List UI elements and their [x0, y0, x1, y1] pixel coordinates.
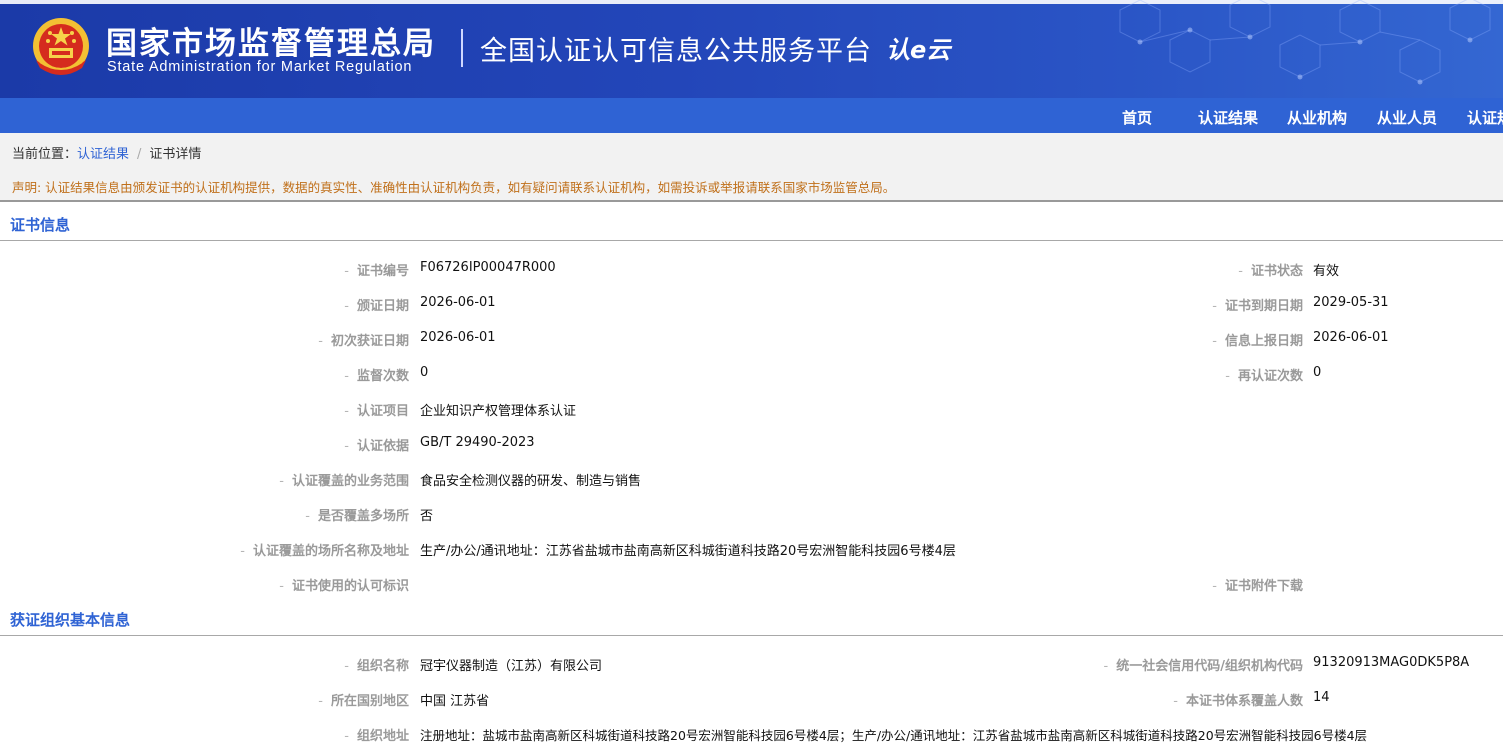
field-value: 0 — [420, 365, 429, 380]
agency-title-en: State Administration for Market Regulati… — [107, 59, 413, 75]
platform-logo: 认e云 — [886, 36, 951, 64]
field-label: 是否覆盖多场所 — [305, 505, 409, 524]
section-divider — [0, 240, 1503, 241]
field-value: 2026-06-01 — [420, 295, 496, 310]
breadcrumb: 当前位置：认证结果 / 证书详情 — [12, 143, 201, 162]
field-label: 认证依据 — [344, 435, 409, 454]
field-label: 认证覆盖的场所名称及地址 — [240, 540, 409, 559]
field-value: 14 — [1313, 690, 1330, 705]
nav-institutions[interactable]: 从业机构 — [1287, 107, 1347, 128]
top-nav: 首页 认证结果 从业机构 从业人员 认证规 — [0, 98, 1503, 133]
breadcrumb-current: 证书详情 — [149, 147, 202, 162]
section-divider — [0, 635, 1503, 636]
field-value: 2026-06-01 — [1313, 330, 1389, 345]
field-value: 中国 江苏省 — [420, 694, 490, 709]
nav-home[interactable]: 首页 — [1122, 107, 1152, 128]
section-title-cert-info: 证书信息 — [10, 216, 71, 234]
field-value: 注册地址：盐城市盐南高新区科城街道科技路20号宏洲智能科技园6号楼4层；生产/办… — [420, 728, 1368, 743]
field-label: 信息上报日期 — [1212, 330, 1303, 349]
section-title-org-info: 获证组织基本信息 — [10, 611, 131, 629]
field-value: 否 — [420, 509, 434, 524]
field-value: 冠宇仪器制造（江苏）有限公司 — [420, 659, 603, 674]
nav-personnel[interactable]: 从业人员 — [1377, 107, 1437, 128]
field-value: 生产/办公/通讯地址：江苏省盐城市盐南高新区科城街道科技路20号宏洲智能科技园6… — [420, 544, 956, 559]
field-label: 再认证次数 — [1225, 365, 1303, 384]
field-label: 本证书体系覆盖人数 — [1173, 690, 1303, 709]
field-value: GB/T 29490-2023 — [420, 435, 535, 450]
field-value: 0 — [1313, 365, 1322, 380]
cert-status-value: 有效 — [1313, 264, 1340, 279]
field-label: 组织地址 — [344, 725, 409, 744]
field-label: 初次获证日期 — [318, 330, 409, 349]
attachment-download-label: 证书附件下载 — [1212, 575, 1303, 594]
field-label: 证书编号 — [344, 260, 409, 279]
field-label: 认证项目 — [344, 400, 409, 419]
field-value: 企业知识产权管理体系认证 — [420, 404, 577, 419]
field-label: 证书状态 — [1238, 260, 1303, 279]
field-label: 认证覆盖的业务范围 — [279, 470, 409, 489]
field-label: 证书到期日期 — [1212, 295, 1303, 314]
breadcrumb-prefix: 当前位置： — [12, 147, 78, 162]
field-label: 所在国别地区 — [318, 690, 409, 709]
field-label: 组织名称 — [344, 655, 409, 674]
field-label: 统一社会信用代码/组织机构代码 — [1104, 655, 1303, 674]
platform-title: 全国认证认可信息公共服务平台 — [480, 36, 872, 67]
hexagon-pattern-decoration — [1119, 0, 1491, 85]
header-banner: 国家市场监督管理总局 State Administration for Mark… — [0, 0, 1503, 98]
field-value: 食品安全检测仪器的研发、制造与销售 — [420, 474, 642, 489]
field-label: 颁证日期 — [344, 295, 409, 314]
header-divider — [461, 29, 463, 67]
field-label: 证书使用的认可标识 — [279, 575, 409, 594]
breadcrumb-link-cert-results[interactable]: 认证结果 — [77, 147, 129, 162]
field-value: 2029-05-31 — [1313, 295, 1389, 310]
breadcrumb-separator: / — [137, 147, 142, 162]
field-value: F06726IP00047R000 — [420, 260, 556, 275]
agency-title-cn: 国家市场监督管理总局 — [106, 26, 436, 62]
field-value: 2026-06-01 — [420, 330, 496, 345]
national-emblem-icon — [33, 18, 89, 75]
disclaimer-notice: 声明: 认证结果信息由颁发证书的认证机构提供，数据的真实性、准确性由认证机构负责… — [12, 180, 896, 195]
nav-accreditation[interactable]: 认证规 — [1467, 107, 1503, 128]
field-value: 91320913MAG0DK5P8A — [1313, 655, 1470, 670]
nav-cert-results[interactable]: 认证结果 — [1198, 107, 1258, 128]
field-label: 监督次数 — [344, 365, 409, 384]
info-bar: 当前位置：认证结果 / 证书详情 声明: 认证结果信息由颁发证书的认证机构提供，数据… — [0, 133, 1503, 202]
